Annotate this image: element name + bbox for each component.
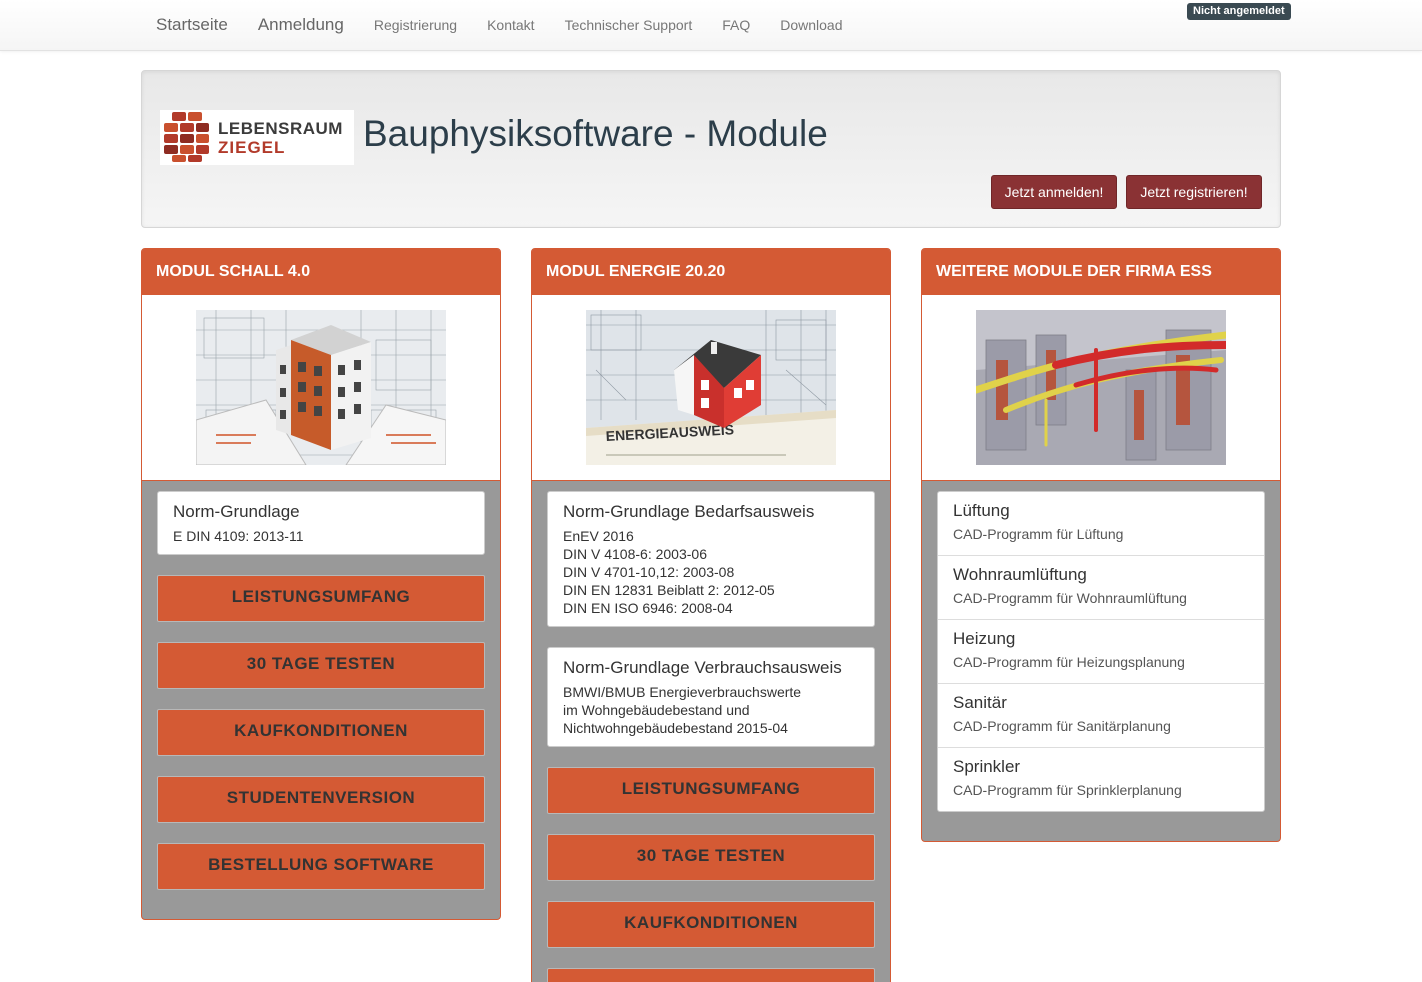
nav-faq[interactable]: FAQ	[707, 0, 765, 50]
list-item-wohnraumlueftung[interactable]: Wohnraumlüftung CAD-Programm für Wohnrau…	[938, 556, 1264, 620]
panel-modul-schall: MODUL SCHALL 4.0 Norm-Grundlage E DIN 41…	[141, 248, 501, 920]
panel-title: WEITERE MODULE DER FIRMA ESS	[922, 249, 1280, 295]
login-now-button[interactable]: Jetzt anmelden!	[991, 175, 1117, 209]
norm-verbrauchsausweis-box: Norm-Grundlage Verbrauchsausweis BMWI/BM…	[547, 647, 875, 747]
list-item-title: Wohnraumlüftung	[953, 565, 1087, 584]
norm-grundlage-box: Norm-Grundlage E DIN 4109: 2013-11	[157, 491, 485, 555]
bestellung-software-button[interactable]: BESTELLUNG SOFTWARE	[157, 843, 485, 890]
nav-startseite[interactable]: Startseite	[141, 0, 243, 50]
30-tage-testen-button[interactable]: 30 TAGE TESTEN	[547, 834, 875, 881]
lebensraum-ziegel-logo: LEBENSRAUM ZIEGEL	[160, 110, 354, 165]
logo-text-ziegel: ZIEGEL	[218, 138, 286, 157]
list-item-title: Sanitär	[953, 693, 1007, 712]
list-item-desc: CAD-Programm für Lüftung	[953, 526, 1124, 542]
list-item-desc: CAD-Programm für Sprinklerplanung	[953, 782, 1182, 798]
norm-line: DIN V 4701-10,12: 2003-08	[563, 564, 735, 580]
list-item-desc: CAD-Programm für Wohnraumlüftung	[953, 590, 1187, 606]
norm-verbrauchsausweis-title: Norm-Grundlage Verbrauchsausweis	[563, 658, 842, 677]
leistungsumfang-button[interactable]: LEISTUNGSUMFANG	[157, 575, 485, 622]
list-item-lueftung[interactable]: Lüftung CAD-Programm für Lüftung	[938, 492, 1264, 556]
page-title: Bauphysiksoftware - Module	[363, 113, 828, 154]
nav-anmeldung[interactable]: Anmeldung	[243, 0, 359, 50]
list-item-title: Lüftung	[953, 501, 1010, 520]
norm-line: DIN EN 12831 Beiblatt 2: 2012-05	[563, 582, 775, 598]
panel-title: MODUL ENERGIE 20.20	[532, 249, 890, 295]
studentenversion-button[interactable]: STUDENTENVERSION	[157, 776, 485, 823]
kaufkonditionen-button[interactable]: KAUFKONDITIONEN	[547, 901, 875, 948]
panel-weitere-module: WEITERE MODULE DER FIRMA ESS Lüftung CAD…	[921, 248, 1281, 842]
norm-line: im Wohngebäudebestand und	[563, 702, 750, 718]
page-header: LEBENSRAUM ZIEGEL Bauphysiksoftware - Mo…	[141, 70, 1281, 228]
leistungsumfang-button[interactable]: LEISTUNGSUMFANG	[547, 767, 875, 814]
main-nav: Startseite Anmeldung Registrierung Konta…	[141, 0, 858, 50]
list-item-title: Sprinkler	[953, 757, 1021, 776]
house-energieausweis-image: ENERGIEAUSWEIS	[586, 310, 836, 465]
login-status-badge: Nicht angemeldet	[1187, 3, 1291, 20]
list-item-sanitaer[interactable]: Sanitär CAD-Programm für Sanitärplanung	[938, 684, 1264, 748]
module-list: Lüftung CAD-Programm für Lüftung Wohnrau…	[937, 491, 1265, 812]
norm-line: EnEV 2016	[563, 528, 634, 544]
logo-text-lebensraum: LEBENSRAUM	[218, 119, 343, 138]
list-item-desc: CAD-Programm für Sanitärplanung	[953, 718, 1171, 734]
register-now-button[interactable]: Jetzt registrieren!	[1126, 175, 1262, 209]
norm-bedarfsausweis-box: Norm-Grundlage Bedarfsausweis EnEV 2016 …	[547, 491, 875, 627]
norm-line: Nichtwohngebäudebestand 2015-04	[563, 720, 788, 736]
nav-download[interactable]: Download	[765, 0, 857, 50]
norm-grundlage-title: Norm-Grundlage	[173, 502, 300, 521]
panel-title: MODUL SCHALL 4.0	[142, 249, 500, 295]
30-tage-testen-button[interactable]: 30 TAGE TESTEN	[157, 642, 485, 689]
top-navbar: Startseite Anmeldung Registrierung Konta…	[0, 0, 1422, 51]
norm-line: E DIN 4109: 2013-11	[173, 528, 304, 544]
building-blueprint-image	[196, 310, 446, 465]
nav-kontakt[interactable]: Kontakt	[472, 0, 549, 50]
list-item-heizung[interactable]: Heizung CAD-Programm für Heizungsplanung	[938, 620, 1264, 684]
cut-off-button[interactable]	[547, 968, 875, 982]
norm-line: DIN V 4108-6: 2003-06	[563, 546, 707, 562]
norm-bedarfsausweis-title: Norm-Grundlage Bedarfsausweis	[563, 502, 815, 521]
norm-line: DIN EN ISO 6946: 2008-04	[563, 600, 733, 616]
panel-modul-energie: MODUL ENERGIE 20.20 ENERGIEAUSWEIS Norm-…	[531, 248, 891, 982]
list-item-title: Heizung	[953, 629, 1016, 648]
norm-line: BMWI/BMUB Energieverbrauchswerte	[563, 684, 802, 700]
brick-logo-icon	[164, 112, 209, 162]
nav-registrierung[interactable]: Registrierung	[359, 0, 472, 50]
list-item-sprinkler[interactable]: Sprinkler CAD-Programm für Sprinklerplan…	[938, 748, 1264, 811]
nav-technischer-support[interactable]: Technischer Support	[550, 0, 708, 50]
ventilation-3d-image	[976, 310, 1226, 465]
kaufkonditionen-button[interactable]: KAUFKONDITIONEN	[157, 709, 485, 756]
list-item-desc: CAD-Programm für Heizungsplanung	[953, 654, 1185, 670]
